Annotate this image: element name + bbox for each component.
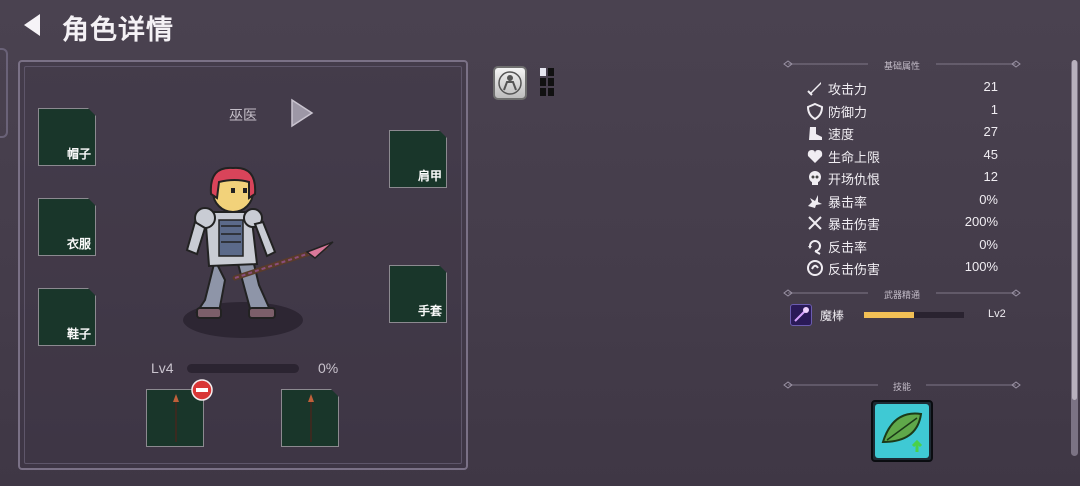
stat-value: 21 bbox=[983, 79, 998, 94]
weapon-slot-2[interactable] bbox=[281, 389, 339, 447]
stat-value: 100% bbox=[964, 259, 998, 274]
stat-value: 12 bbox=[983, 169, 998, 184]
wand-icon bbox=[790, 304, 812, 326]
stat-name: 反击伤害 bbox=[828, 262, 881, 277]
stat-value: 27 bbox=[983, 124, 998, 139]
side-tab[interactable] bbox=[0, 48, 8, 138]
back-button[interactable] bbox=[20, 12, 46, 38]
stat-row: 暴击伤害 200% bbox=[806, 213, 1000, 233]
spiral-icon bbox=[806, 259, 824, 277]
stat-name: 暴击率 bbox=[828, 194, 868, 210]
mastery-progress-bar bbox=[864, 312, 964, 318]
section-title-skills: 技能 bbox=[893, 382, 912, 392]
exp-percent: 0% bbox=[318, 360, 339, 376]
stat-row: 生命上限 45 bbox=[806, 146, 1000, 166]
burst-icon bbox=[806, 192, 824, 210]
equipment-bars-icon bbox=[540, 68, 554, 96]
stat-row: 反击率 0% bbox=[806, 236, 1000, 256]
spear-icon bbox=[282, 390, 340, 448]
stat-name: 防御力 bbox=[828, 104, 868, 120]
stat-name: 开场仇恨 bbox=[828, 172, 881, 187]
section-title-basic-attributes: 基础属性 bbox=[884, 61, 921, 71]
job-portrait-button[interactable] bbox=[493, 66, 527, 100]
equip-slot-shoulder[interactable]: 肩甲 bbox=[389, 130, 447, 188]
sword-icon bbox=[806, 79, 824, 97]
equip-slot-label: 肩甲 bbox=[417, 169, 442, 183]
equip-slot-clothes[interactable]: 衣服 bbox=[38, 198, 96, 256]
class-name: 巫医 bbox=[229, 107, 257, 123]
stat-name: 生命上限 bbox=[828, 149, 881, 165]
section-title-weapon-mastery: 武器精通 bbox=[884, 290, 921, 300]
remove-icon bbox=[191, 379, 213, 401]
remove-weapon-button[interactable] bbox=[191, 379, 213, 401]
page-title: 角色详情 bbox=[62, 15, 174, 45]
stat-name: 攻击力 bbox=[828, 82, 868, 97]
mastery-level: Lv2 bbox=[988, 308, 1006, 320]
stat-row: 速度 27 bbox=[806, 123, 1000, 143]
exp-bar bbox=[187, 364, 299, 373]
stat-row: 攻击力 21 bbox=[806, 78, 1000, 98]
stat-name: 反击率 bbox=[828, 239, 868, 255]
next-class-button[interactable] bbox=[290, 98, 314, 128]
shield-icon bbox=[806, 102, 824, 120]
equip-slot-label: 鞋子 bbox=[66, 327, 91, 341]
stat-value: 1 bbox=[990, 101, 998, 117]
stat-row: 开场仇恨 12 bbox=[806, 168, 1000, 188]
stat-value: 0% bbox=[979, 236, 998, 252]
skull-icon bbox=[806, 169, 824, 187]
knight-portrait-icon bbox=[498, 71, 522, 95]
stat-value: 45 bbox=[983, 146, 998, 162]
stat-name: 速度 bbox=[828, 127, 855, 142]
level-label: Lv4 bbox=[151, 360, 174, 376]
mastery-progress-fill bbox=[864, 312, 914, 318]
equip-slot-shoes[interactable]: 鞋子 bbox=[38, 288, 96, 346]
mastery-weapon-name: 魔棒 bbox=[820, 309, 845, 323]
play-arrow-icon bbox=[291, 98, 314, 128]
stat-value: 200% bbox=[964, 214, 998, 229]
skill-slot[interactable] bbox=[871, 400, 933, 462]
equip-slot-label: 帽子 bbox=[66, 147, 91, 161]
crossed-swords-icon bbox=[806, 214, 824, 232]
character-sprite bbox=[183, 166, 334, 338]
stat-value: 0% bbox=[979, 191, 998, 207]
stat-row: 反击伤害 100% bbox=[806, 258, 1000, 278]
equip-slot-hat[interactable]: 帽子 bbox=[38, 108, 96, 166]
counter-icon bbox=[806, 237, 824, 255]
equip-slot-gloves[interactable]: 手套 bbox=[389, 265, 447, 323]
stat-row: 暴击率 0% bbox=[806, 191, 1000, 211]
leaf-skill-icon bbox=[875, 404, 929, 458]
heart-icon bbox=[806, 147, 824, 165]
boot-icon bbox=[806, 124, 824, 142]
back-arrow-icon bbox=[24, 14, 40, 36]
equip-slot-label: 衣服 bbox=[66, 237, 91, 251]
stat-name: 暴击伤害 bbox=[828, 217, 881, 232]
equip-slot-label: 手套 bbox=[417, 304, 442, 318]
stat-row: 防御力 1 bbox=[806, 101, 1000, 121]
scrollbar-thumb[interactable] bbox=[1072, 60, 1077, 400]
